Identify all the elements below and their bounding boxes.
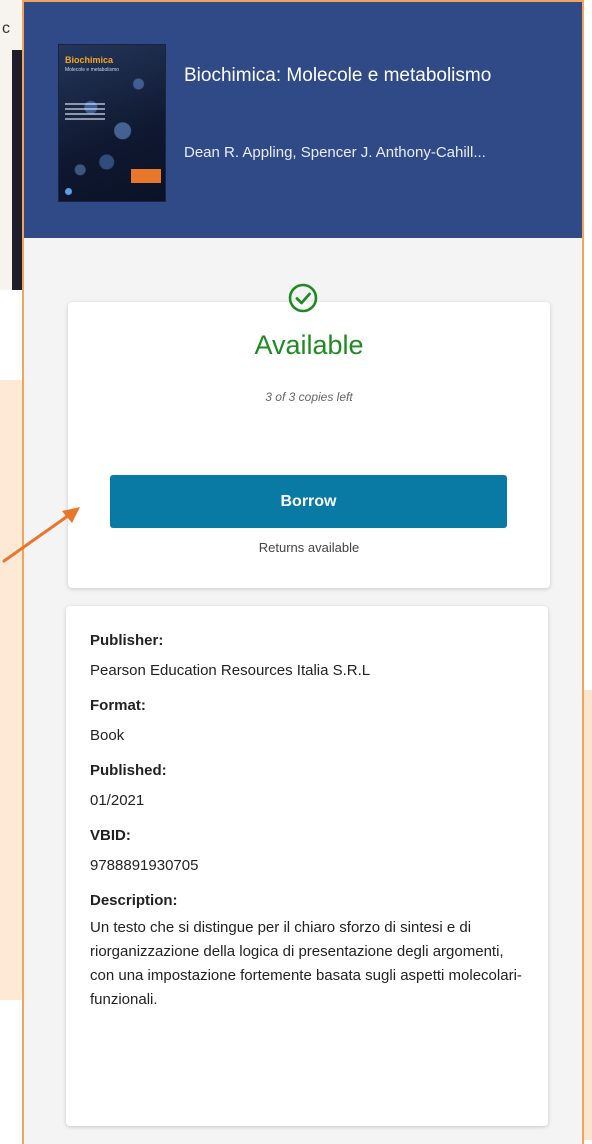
book-detail-panel: Biochimica Molecole e metabolismo Biochi… <box>22 0 584 1144</box>
borrow-button[interactable]: Borrow <box>110 475 507 528</box>
published-value: 01/2021 <box>90 792 145 809</box>
underlying-page-strip: c <box>0 0 24 290</box>
book-cover-image: Biochimica Molecole e metabolismo <box>58 44 166 202</box>
cover-band <box>131 169 161 183</box>
cover-title: Biochimica <box>65 55 114 65</box>
book-header: Biochimica Molecole e metabolismo Biochi… <box>24 2 582 238</box>
vbid-value: 9788891930705 <box>90 857 199 874</box>
vbid-label: VBID: <box>90 827 131 844</box>
availability-card: Available 3 of 3 copies left Borrow Retu… <box>68 302 550 588</box>
published-label: Published: <box>90 762 167 779</box>
underlying-page-text: c <box>2 20 10 37</box>
publisher-logo-icon <box>65 188 72 195</box>
format-label: Format: <box>90 697 146 714</box>
book-authors: Dean R. Appling, Spencer J. Anthony-Cahi… <box>184 144 486 161</box>
description-label: Description: <box>90 892 178 909</box>
returns-available-text: Returns available <box>258 540 360 555</box>
availability-status: Available <box>254 330 364 360</box>
cover-subtitle: Molecole e metabolismo <box>65 67 119 73</box>
description-text: Un testo che si distingue per il chiaro … <box>90 919 522 1008</box>
check-circle-icon <box>288 283 318 313</box>
annotation-arrow-icon <box>2 507 80 563</box>
book-details-card: Publisher: Pearson Education Resources I… <box>66 606 548 1126</box>
publisher-value: Pearson Education Resources Italia S.R.L <box>90 662 371 679</box>
book-title: Biochimica: Molecole e metabolismo <box>184 65 492 86</box>
cover-text-lines <box>65 103 105 123</box>
publisher-label: Publisher: <box>90 632 164 649</box>
format-value: Book <box>90 727 125 744</box>
copies-left-text: 3 of 3 copies left <box>265 390 353 404</box>
